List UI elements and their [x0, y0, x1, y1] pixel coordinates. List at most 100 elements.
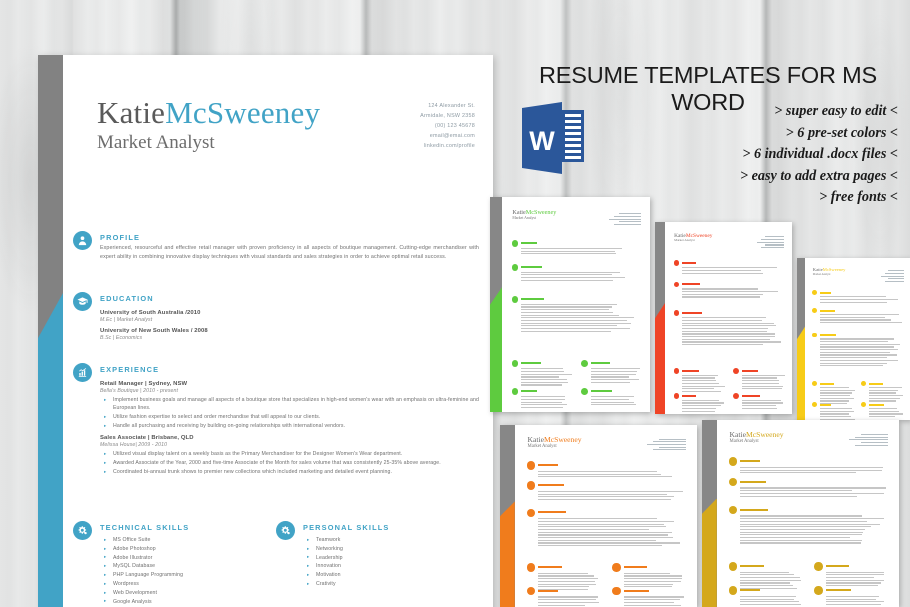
text-line [682, 270, 760, 271]
section-heading-bar [521, 242, 537, 244]
list-item: Leadership [303, 554, 479, 562]
text-line [682, 402, 723, 403]
section-icon [814, 562, 822, 570]
thumbnail-gold[interactable]: KatieMcSweeney Market Analyst [702, 420, 899, 607]
contact-line-bar [619, 213, 641, 214]
text-line [591, 396, 634, 397]
list-item: MS Office Suite [100, 536, 276, 544]
experience-title: Sales Associate | Brisbane, QLD [100, 435, 479, 441]
text-line [682, 267, 777, 268]
contact-line-bar [619, 221, 641, 222]
section-icon [674, 393, 680, 399]
text-line [682, 294, 763, 295]
main-resume-preview[interactable]: KatieMcSweeney Market Analyst 124 Alexan… [38, 55, 493, 607]
thumb-sidebar-accent [655, 303, 665, 414]
section-icon [512, 264, 519, 271]
thumb-section [527, 481, 688, 501]
text-line [682, 328, 768, 329]
text-line [740, 596, 796, 597]
contact-line: email@emai.com [420, 131, 475, 141]
thumbnail-orange[interactable]: KatieMcSweeney Market Analyst [500, 425, 697, 607]
text-line [591, 402, 634, 403]
text-line [740, 470, 882, 471]
experience-bullets: Implement business goals and manage all … [100, 396, 479, 430]
thumb-section [729, 506, 890, 545]
thumbnail-green[interactable]: KatieMcSweeney Market Analyst [490, 197, 650, 412]
text-line [682, 405, 721, 406]
thumb-sidebar-accent [490, 287, 502, 412]
text-line [591, 399, 629, 400]
text-line [740, 532, 863, 533]
text-line [682, 296, 759, 297]
contact-line-bar [659, 447, 687, 448]
text-line [869, 390, 898, 391]
contact-line-bar [855, 445, 888, 446]
section-icon [581, 388, 588, 395]
text-line [682, 380, 716, 381]
text-line [869, 395, 903, 396]
text-line [538, 529, 649, 530]
text-line [869, 413, 903, 414]
contact-line-bar [885, 281, 904, 282]
thumb-section [512, 296, 643, 333]
text-line [820, 322, 902, 323]
text-line [521, 384, 561, 385]
contact-line-bar [888, 278, 904, 279]
section-icon [814, 586, 822, 594]
text-line [538, 584, 596, 585]
thumb-name: KatieMcSweeney Market Analyst [512, 210, 556, 221]
text-line [740, 582, 790, 583]
section-icon [512, 296, 519, 303]
thumb-section [674, 260, 786, 275]
feature-item: > 6 pre-set colors < [568, 123, 898, 145]
section-icon [674, 310, 680, 316]
text-line [591, 371, 637, 372]
section-icon [733, 393, 739, 399]
contact-line-bar [614, 216, 641, 217]
section-icon [512, 360, 519, 367]
text-line [538, 545, 662, 546]
section-heading-bar [740, 481, 766, 483]
section-heading-bar [591, 390, 612, 392]
thumb-name: KatieMcSweeney Market Analyst [730, 431, 784, 444]
text-line [538, 491, 683, 492]
gears-icon [276, 521, 295, 540]
text-line [521, 376, 559, 377]
text-line [538, 599, 596, 600]
section-lines [521, 240, 642, 254]
feature-item: > easy to add extra pages < [568, 166, 898, 188]
thumbnail-yellow[interactable]: KatieMcSweeney Market Analyst [797, 258, 910, 420]
thumb-section [729, 586, 890, 607]
section-heading-bar [869, 404, 884, 406]
text-line [820, 302, 887, 303]
section-icon [674, 260, 680, 266]
contact-line-bar [855, 437, 888, 438]
thumb-body: KatieMcSweeney Market Analyst [717, 420, 899, 607]
text-line [740, 496, 857, 497]
text-line [742, 405, 776, 406]
text-line [538, 540, 656, 541]
text-line [740, 540, 862, 541]
text-line [742, 400, 781, 401]
text-line [538, 537, 673, 538]
section-heading: PERSONAL SKILLS [303, 523, 390, 532]
text-line [826, 574, 885, 575]
text-line [682, 375, 717, 376]
section-heading-bar [820, 404, 831, 406]
text-line [820, 413, 849, 414]
text-line [521, 320, 626, 321]
section-heading-bar [521, 390, 537, 392]
text-line [682, 273, 763, 274]
text-line [820, 411, 854, 412]
education-title: University of New South Wales / 2008 [100, 328, 479, 334]
text-line [820, 317, 885, 318]
thumb-body: KatieMcSweeney Market Analyst [805, 258, 910, 420]
text-line [591, 379, 639, 380]
text-line [538, 521, 674, 522]
name-last: McSweeney [165, 95, 320, 130]
text-line [820, 319, 890, 320]
thumbnail-red[interactable]: KatieMcSweeney Market Analyst [655, 222, 792, 414]
contact-line-bar [653, 449, 686, 450]
text-line [521, 382, 568, 383]
text-line [624, 605, 681, 606]
